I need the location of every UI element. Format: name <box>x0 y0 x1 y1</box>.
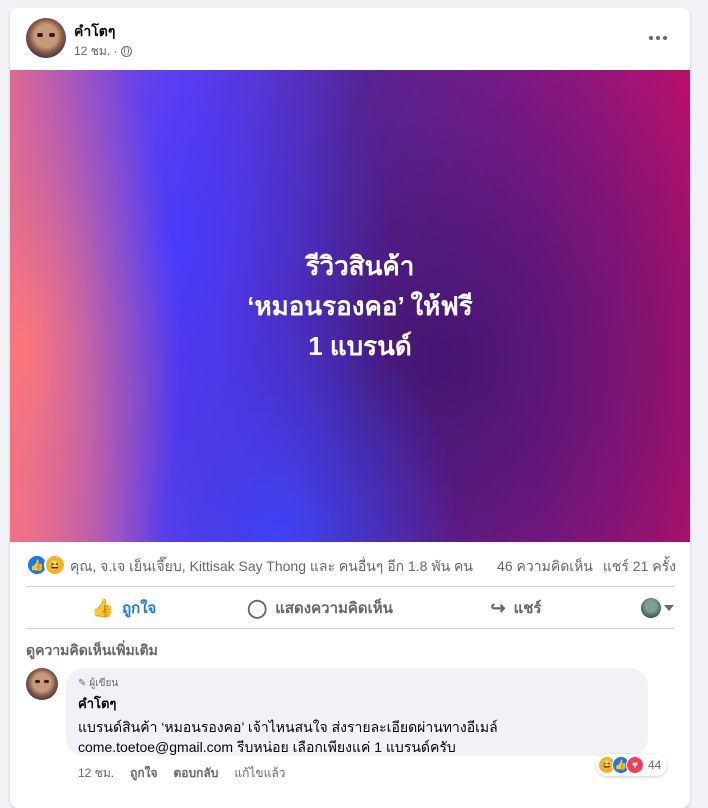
comment-reaction-count: 44 <box>648 758 662 772</box>
comment-like-button[interactable]: ถูกใจ <box>130 764 157 783</box>
banner-line-3: 1 แบรนด์ <box>308 331 412 361</box>
divider <box>26 586 674 587</box>
post-card: คำโตๆ 12 ชม. · รีวิวสินค้า ‘หมอนรองคอ’ ใ… <box>10 8 690 808</box>
share-arrow-icon: ↪ <box>490 597 506 618</box>
comment-text-line-2: come.toetoe@gmail.com รีบหน่อย เลือกเพีย… <box>78 739 456 755</box>
share-button[interactable]: ↪ แชร์ <box>418 590 614 626</box>
banner-line-1: รีวิวสินค้า <box>305 251 415 281</box>
chevron-down-icon <box>664 605 674 611</box>
author-badge: ✎ ผู้เขียน <box>78 676 636 691</box>
banner-line-2: ‘หมอนรองคอ’ ให้ฟรี <box>247 291 473 321</box>
share-label: แชร์ <box>513 600 542 617</box>
more-options-button[interactable] <box>642 22 674 54</box>
dot-icon <box>656 36 660 40</box>
view-more-comments-link[interactable]: ดูความคิดเห็นเพิ่มเติม <box>26 640 158 662</box>
comment-count[interactable]: 46 ความคิดเห็น <box>497 556 593 578</box>
haha-reaction-icon: 😆 <box>44 554 66 576</box>
edited-label[interactable]: แก้ไขแล้ว <box>234 764 285 783</box>
comment-reactions[interactable]: 😆 👍 ♥ 44 <box>596 754 668 776</box>
reaction-icons[interactable]: 👍 😆 <box>26 554 66 576</box>
banner-text: รีวิวสินค้า ‘หมอนรองคอ’ ให้ฟรี 1 แบรนด์ <box>247 246 472 366</box>
commenter-avatar[interactable] <box>26 668 58 700</box>
comment-reply-button[interactable]: ตอบกลับ <box>174 764 219 783</box>
globe-icon <box>121 46 133 57</box>
comment-actions: 12 ชม. ถูกใจ ตอบกลับ แก้ไขแล้ว <box>78 764 285 783</box>
dot-icon <box>649 36 653 40</box>
avatar-eye <box>35 680 40 683</box>
post-stats: 👍 😆 คุณ, จ.เจ เย็นเจี๊ยบ, Kittisak Say T… <box>26 554 676 578</box>
comment-button[interactable]: ◯ แสดงความคิดเห็น <box>222 590 418 626</box>
comment-text-line-1: แบรนด์สินค้า ‘หมอนรองคอ’ เจ้าไหนสนใจ ส่ง… <box>78 719 498 735</box>
post-header: คำโตๆ 12 ชม. · <box>10 8 690 70</box>
author-badge-label: ผู้เขียน <box>89 678 119 689</box>
action-bar: 👍 ถูกใจ ◯ แสดงความคิดเห็น ↪ แชร์ <box>26 590 674 626</box>
commenter-name[interactable]: คำโตๆ <box>78 693 636 714</box>
divider <box>26 628 674 629</box>
like-button[interactable]: 👍 ถูกใจ <box>26 590 222 626</box>
post-as-selector[interactable] <box>614 598 674 618</box>
dot-icon <box>663 36 667 40</box>
pencil-icon: ✎ <box>78 678 87 689</box>
avatar-eye <box>49 33 55 37</box>
avatar-eye <box>44 680 49 683</box>
page-avatar <box>641 598 661 618</box>
comment-bubble: ✎ ผู้เขียน คำโตๆ แบรนด์สินค้า ‘หมอนรองคอ… <box>66 668 648 756</box>
comment-reaction-icons: 😆 👍 ♥ <box>598 756 644 774</box>
like-label: ถูกใจ <box>122 600 157 617</box>
love-reaction-icon: ♥ <box>626 756 644 774</box>
post-meta: 12 ชม. · <box>74 42 133 61</box>
avatar-eye <box>37 33 43 37</box>
share-count[interactable]: แชร์ 21 ครั้ง <box>603 556 676 578</box>
post-banner[interactable]: รีวิวสินค้า ‘หมอนรองคอ’ ให้ฟรี 1 แบรนด์ <box>10 70 690 542</box>
comment-time[interactable]: 12 ชม. <box>78 764 114 783</box>
thumbs-up-icon: 👍 <box>91 597 115 618</box>
author-avatar[interactable] <box>26 18 66 58</box>
comment-label: แสดงความคิดเห็น <box>275 600 393 617</box>
reaction-names[interactable]: คุณ, จ.เจ เย็นเจี๊ยบ, Kittisak Say Thong… <box>70 556 473 578</box>
author-name[interactable]: คำโตๆ <box>74 21 115 43</box>
post-time[interactable]: 12 ชม. · <box>74 42 117 61</box>
comment-bubble-icon: ◯ <box>247 597 268 618</box>
right-stats: 46 ความคิดเห็น แชร์ 21 ครั้ง <box>497 556 676 578</box>
